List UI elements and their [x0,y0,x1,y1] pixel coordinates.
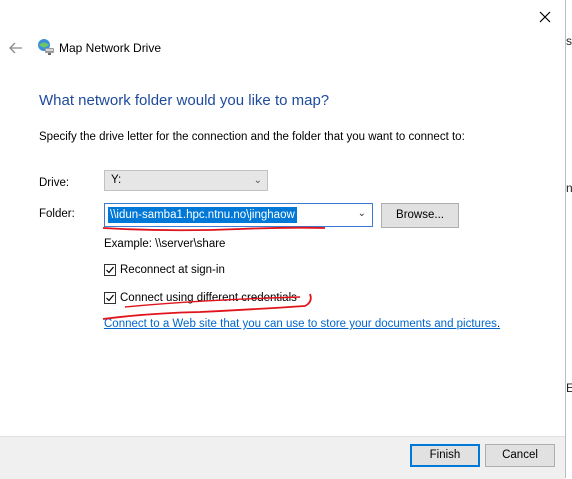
checkmark-icon [106,294,114,302]
instruction-text: Specify the drive letter for the connect… [39,131,465,143]
map-network-drive-dialog: Map Network Drive What network folder wo… [0,0,566,479]
credentials-label: Connect using different credentials [120,292,297,304]
link-suffix: . [496,318,501,330]
folder-label: Folder: [39,208,75,220]
back-button[interactable] [6,38,26,58]
back-arrow-icon [9,42,22,54]
background-text: n [566,181,572,195]
background-text: s [566,34,572,48]
reconnect-checkbox[interactable] [104,264,116,276]
drive-label: Drive: [39,177,70,189]
drive-select[interactable]: Y: ⌄ [104,170,268,191]
credentials-checkbox[interactable] [104,292,116,304]
dialog-title: Map Network Drive [59,41,162,55]
dialog-footer [0,436,565,479]
browse-button[interactable]: Browse... [381,203,459,228]
folder-input[interactable]: \\idun-samba1.hpc.ntnu.no\jinghaow ⌄ [104,203,373,227]
close-button[interactable] [532,5,558,29]
web-site-link[interactable]: Connect to a Web site that you can use t… [104,318,500,330]
cancel-button[interactable]: Cancel [485,444,555,467]
chevron-down-icon[interactable]: ⌄ [358,208,366,219]
page-heading: What network folder would you like to ma… [39,92,330,109]
red-annotation-marks [102,226,326,320]
reconnect-checkbox-row[interactable]: Reconnect at sign-in [104,264,225,276]
network-drive-icon [38,39,54,55]
credentials-checkbox-row[interactable]: Connect using different credentials [104,292,297,304]
finish-button[interactable]: Finish [410,444,480,467]
background-window-edge [566,0,572,478]
chevron-down-icon: ⌄ [253,175,262,186]
close-icon [539,11,551,23]
background-text: E [566,381,572,395]
web-site-link-text[interactable]: Connect to a Web site that you can use t… [104,318,497,330]
folder-value: \\idun-samba1.hpc.ntnu.no\jinghaow [108,207,297,223]
reconnect-label: Reconnect at sign-in [120,264,225,276]
example-text: Example: \\server\share [104,238,226,250]
drive-value: Y: [111,174,122,186]
checkmark-icon [106,266,114,274]
